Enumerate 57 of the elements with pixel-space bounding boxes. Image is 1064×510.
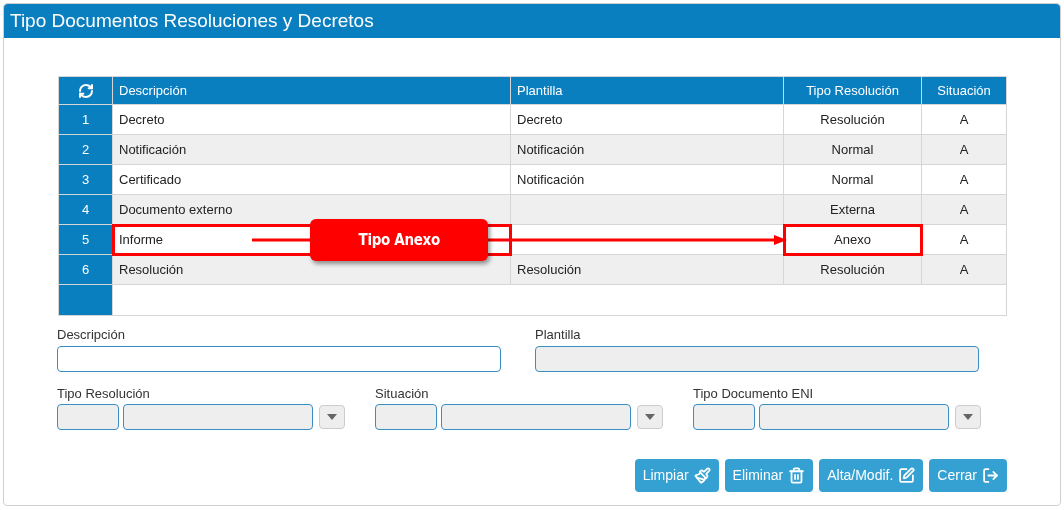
row-number: 1 <box>58 104 113 135</box>
name-field[interactable] <box>759 404 949 430</box>
paintbrush-icon <box>693 467 711 484</box>
description-field[interactable] <box>57 346 501 372</box>
column-header: Descripción <box>112 76 511 105</box>
window-title: Tipo Documentos Resoluciones y Decretos <box>10 8 374 33</box>
table-cell: A <box>921 104 1007 135</box>
edit-icon <box>898 467 916 484</box>
table-cell: Resolución <box>783 254 922 285</box>
name-field[interactable] <box>441 404 631 430</box>
action-button[interactable]: Cerrar <box>929 459 1007 492</box>
table-cell: Notificación <box>112 134 511 165</box>
row-number: 5 <box>58 224 113 255</box>
table-cell: A <box>921 224 1007 255</box>
table-cell: A <box>921 134 1007 165</box>
code-field[interactable] <box>375 404 437 430</box>
field-label: Descripción <box>57 326 126 343</box>
caret-icon <box>645 414 655 420</box>
dropdown-button[interactable] <box>319 405 345 429</box>
table-cell: Notificación <box>510 134 784 165</box>
exit-icon <box>982 467 999 484</box>
table-cell: Resolución <box>510 254 784 285</box>
table-cell: A <box>921 164 1007 195</box>
field-label: Situación <box>375 385 430 402</box>
table-cell: Normal <box>783 134 922 165</box>
field-label: Tipo Documento ENI <box>693 385 815 402</box>
caret-icon <box>327 414 337 420</box>
action-button[interactable]: Eliminar <box>724 459 814 492</box>
table-cell: Decreto <box>510 104 784 135</box>
refresh-icon[interactable] <box>77 82 94 99</box>
table-cell: Resolución <box>783 104 922 135</box>
field-label: Tipo Resolución <box>57 385 151 402</box>
action-button[interactable]: Alta/Modif. <box>819 459 924 492</box>
table-cell: A <box>921 194 1007 225</box>
callout-label: Tipo Anexo <box>358 229 440 251</box>
table-cell: Certificado <box>112 164 511 195</box>
action-button[interactable]: Limpiar <box>634 459 719 492</box>
table-cell: Anexo <box>783 224 922 255</box>
table-cell: A <box>921 254 1007 285</box>
trash-icon <box>788 467 806 484</box>
row-number: 6 <box>58 254 113 285</box>
caret-icon <box>963 414 973 420</box>
column-header: Plantilla <box>510 76 784 105</box>
field-label: Plantilla <box>535 326 582 343</box>
column-header: Situación <box>921 76 1007 105</box>
dropdown-button[interactable] <box>637 405 663 429</box>
table-cell: Notificación <box>510 164 784 195</box>
name-field[interactable] <box>123 404 313 430</box>
column-header: Tipo Resolución <box>783 76 922 105</box>
code-field[interactable] <box>693 404 755 430</box>
code-field[interactable] <box>57 404 119 430</box>
dropdown-button[interactable] <box>955 405 981 429</box>
row-number: 4 <box>58 194 113 225</box>
row-number: 3 <box>58 164 113 195</box>
table-cell: Decreto <box>112 104 511 135</box>
row-number: 2 <box>58 134 113 165</box>
table-cell: Normal <box>783 164 922 195</box>
